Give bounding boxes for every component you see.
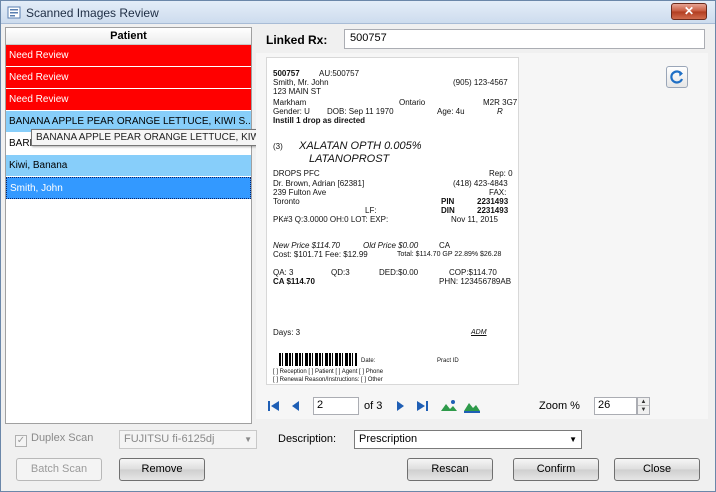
description-select-value: Prescription (359, 433, 418, 445)
linked-rx-input[interactable]: 500757 (344, 29, 705, 49)
remove-button[interactable]: Remove (119, 458, 205, 481)
scan-din-label: DIN (441, 206, 455, 215)
scan-din: 2231493 (477, 206, 509, 215)
spin-up-icon[interactable]: ▲ (638, 398, 649, 406)
chevron-down-icon: ▼ (569, 435, 577, 444)
description-select[interactable]: Prescription ▼ (354, 430, 582, 449)
scanned-prescription-image: 500757 AU:500757 Smith, Mr. John (905) 1… (266, 57, 519, 385)
fit-page-icon[interactable] (463, 398, 481, 414)
checkbox-checked-icon: ✓ (15, 435, 27, 447)
scan-cost-line: Cost: $101.71 Fee: $12.99 (273, 250, 368, 259)
scan-ca-amount: CA $114.70 (273, 277, 315, 286)
scan-r: R (497, 107, 503, 116)
scan-repeats: Rep: 0 (489, 169, 513, 178)
scanner-app-icon (7, 6, 21, 19)
scan-date: Nov 11, 2015 (451, 215, 498, 224)
scan-age: Age: 4u (437, 107, 465, 116)
last-page-icon[interactable] (415, 398, 429, 414)
refresh-button[interactable] (666, 66, 688, 88)
scan-adm: ADM (471, 329, 487, 336)
scan-doctor-address: 239 Fulton Ave (273, 188, 327, 197)
scan-gender: Gender: U (273, 107, 310, 116)
patient-row[interactable]: Kiwi, Banana (6, 155, 251, 177)
patient-list: Patient Need Review Need Review Need Rev… (5, 27, 252, 424)
window-title: Scanned Images Review (26, 6, 159, 20)
spin-down-icon[interactable]: ▼ (638, 406, 649, 414)
scan-date-label: Date: (361, 358, 376, 364)
title-bar: Scanned Images Review ✕ (1, 1, 715, 24)
scan-pk-line: PK#3 Q:3.0000 OH:0 LOT: EXP: (273, 215, 389, 224)
image-viewer: 500757 AU:500757 Smith, Mr. John (905) 1… (256, 53, 708, 419)
scan-drug-generic: LATANOPROST (309, 153, 390, 165)
scan-pin-label: PIN (441, 197, 455, 206)
scan-cop: COP:$114.70 (449, 268, 497, 277)
scan-doctor-phone: (418) 423-4843 (453, 179, 508, 188)
scan-rx-number: 500757 (273, 69, 300, 78)
scan-qa: QA: 3 (273, 268, 294, 277)
refresh-icon (670, 70, 684, 84)
batch-scan-button[interactable]: Batch Scan (16, 458, 102, 481)
scan-barcode (279, 353, 357, 366)
scan-pin: 2231493 (477, 197, 509, 206)
description-label: Description: (278, 433, 337, 445)
confirm-button[interactable]: Confirm (513, 458, 599, 481)
scan-phn: PHN: 123456789AB (439, 277, 512, 286)
scan-qd: QD:3 (331, 268, 350, 277)
scan-checkbox-line-2: [ ] Renewal Reason/Instructions: [ ] Oth… (273, 377, 383, 383)
scan-doctor: Dr. Brown, Adrian [62381] (273, 179, 365, 188)
scan-sig: Instill 1 drop as directed (273, 116, 366, 125)
duplex-scan-checkbox[interactable]: ✓ Duplex Scan (15, 432, 93, 447)
previous-page-icon[interactable] (289, 398, 303, 414)
scan-days: Days: 3 (273, 328, 301, 337)
scan-ded: DED:$0.00 (379, 268, 419, 277)
page-navigation-bar: 2 of 3 Zoom % 26 ▲ ▼ (263, 397, 663, 415)
scan-form: DROPS PFC (273, 169, 320, 178)
scan-address: 123 MAIN ST (273, 87, 322, 96)
next-page-icon[interactable] (393, 398, 407, 414)
chevron-down-icon: ▼ (244, 435, 252, 444)
page-number-input[interactable]: 2 (313, 397, 359, 415)
close-button[interactable]: Close (614, 458, 700, 481)
linked-rx-label: Linked Rx: (266, 33, 328, 47)
page-count-label: of 3 (364, 400, 383, 412)
fit-width-icon[interactable] (440, 398, 458, 414)
window-close-button[interactable]: ✕ (671, 3, 707, 20)
patient-row[interactable]: Need Review (6, 67, 251, 89)
first-page-icon[interactable] (267, 398, 281, 414)
scan-doctor-city: Toronto (273, 197, 300, 206)
scanned-images-review-window: Scanned Images Review ✕ Patient Need Rev… (0, 0, 716, 492)
patient-row[interactable]: Need Review (6, 89, 251, 111)
scan-drug-name: XALATAN OPTH 0.005% (299, 140, 422, 152)
scan-fax: FAX: (489, 188, 507, 197)
scan-ca: CA (439, 241, 451, 250)
scan-au: AU:500757 (319, 69, 360, 78)
scan-city: Markham (273, 98, 307, 107)
scan-patient-name: Smith, Mr. John (273, 78, 329, 87)
duplex-scan-label: Duplex Scan (31, 432, 94, 444)
scan-pract-id: Pract ID (437, 358, 459, 364)
scan-phone: (905) 123-4567 (453, 78, 508, 87)
zoom-input[interactable]: 26 (594, 397, 637, 415)
scanner-select[interactable]: FUJITSU fi-6125dj ▼ (119, 430, 257, 449)
patient-row-selected[interactable]: Smith, John (6, 177, 251, 199)
scan-dob: DOB: Sep 11 1970 (327, 107, 394, 116)
scan-old-price: Old Price $0.00 (363, 241, 419, 250)
scan-total-line: Total: $114.70 GP 22.89% $26.28 (397, 251, 502, 258)
zoom-label: Zoom % (539, 400, 580, 412)
scan-province: Ontario (399, 98, 426, 107)
scanner-select-value: FUJITSU fi-6125dj (124, 433, 215, 445)
zoom-spinner[interactable]: ▲ ▼ (637, 397, 650, 415)
scan-qty-mark: (3) (273, 142, 283, 151)
scan-new-price: New Price $114.70 (273, 241, 340, 250)
patient-column-header: Patient (6, 28, 251, 45)
rescan-button[interactable]: Rescan (407, 458, 493, 481)
scan-postal: M2R 3G7 (483, 98, 518, 107)
scan-lf: LF: (365, 206, 377, 215)
patient-row[interactable]: Need Review (6, 45, 251, 67)
